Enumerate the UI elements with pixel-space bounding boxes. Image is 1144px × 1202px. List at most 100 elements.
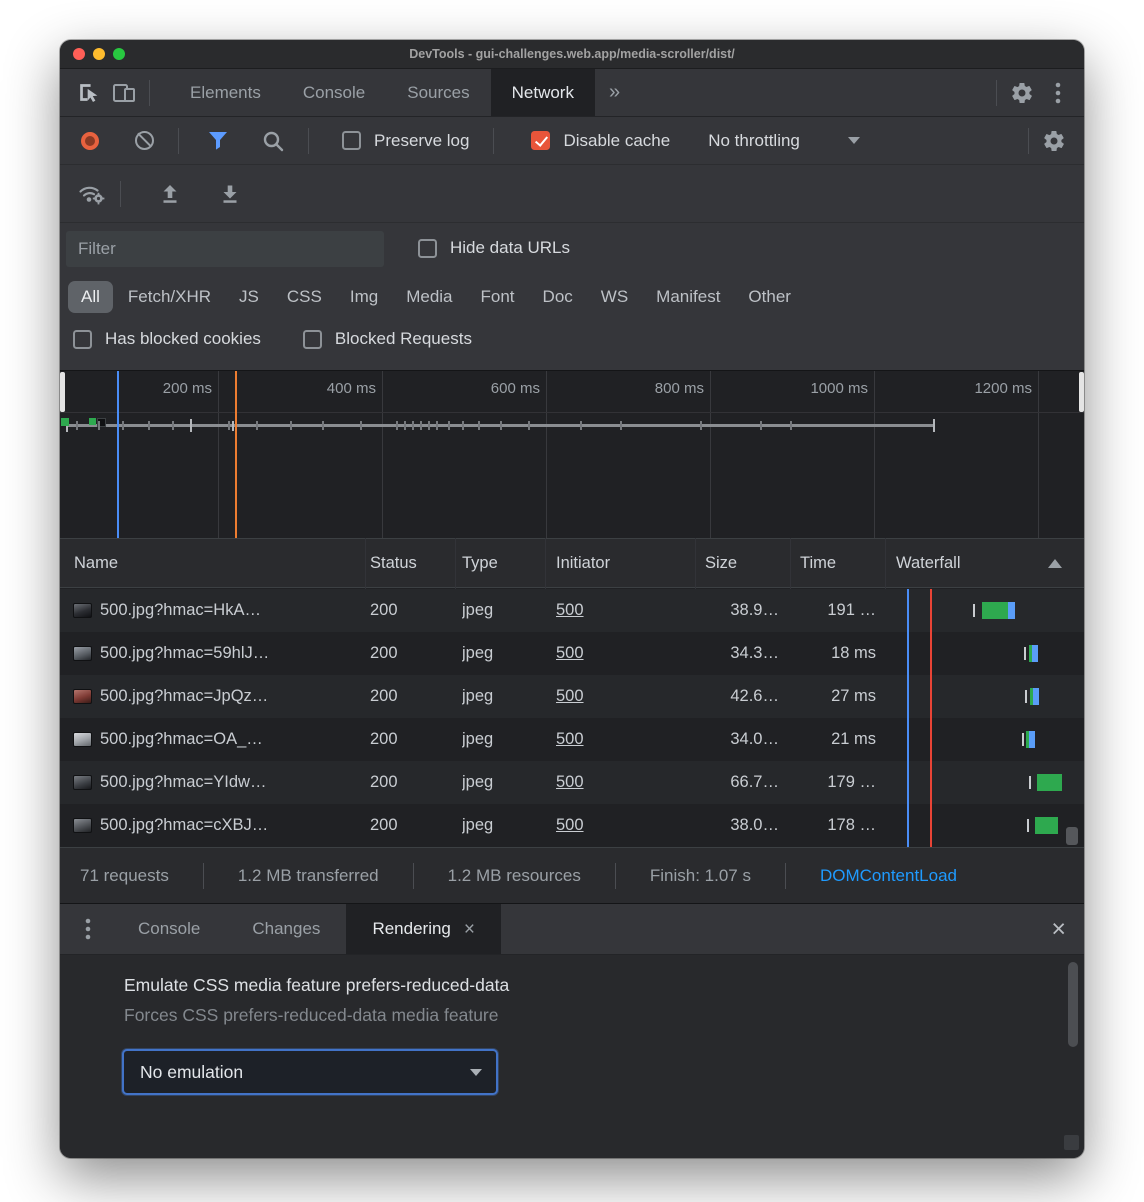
filter-pill-doc[interactable]: Doc (530, 281, 586, 313)
overview-tick (404, 421, 406, 430)
column-header-initiator[interactable]: Initiator (556, 539, 610, 587)
overview-tick (448, 421, 450, 430)
initiator-link[interactable]: 500 (556, 718, 584, 761)
filter-pill-ws[interactable]: WS (588, 281, 641, 313)
clear-requests-button[interactable] (135, 131, 154, 150)
drawer-tab-label: Changes (252, 904, 320, 954)
blocked-requests-control: Blocked Requests (303, 329, 472, 349)
drawer-tab-changes[interactable]: Changes (226, 904, 346, 954)
filter-input[interactable] (66, 231, 384, 267)
request-type: jpeg (462, 632, 493, 675)
waterfall-bar-cap (1032, 645, 1038, 662)
overview-cap (190, 419, 192, 432)
overview-tick (360, 421, 362, 430)
column-header-waterfall[interactable]: Waterfall (896, 539, 961, 587)
device-toolbar-button[interactable] (106, 75, 142, 111)
record-button[interactable] (81, 132, 99, 150)
filter-pill-other[interactable]: Other (735, 281, 804, 313)
initiator-link[interactable]: 500 (556, 632, 584, 675)
blocked-requests-checkbox[interactable] (303, 330, 322, 349)
filter-pill-css[interactable]: CSS (274, 281, 335, 313)
request-size: 34.3… (701, 632, 779, 675)
emulation-select[interactable]: No emulation (122, 1049, 498, 1095)
tab-network[interactable]: Network (491, 69, 595, 116)
filter-pill-all[interactable]: All (68, 281, 113, 313)
transferred-size: 1.2 MB transferred (204, 866, 413, 886)
filter-funnel-icon[interactable] (208, 123, 228, 159)
drawer-tab-console[interactable]: Console (112, 904, 226, 954)
request-type: jpeg (462, 718, 493, 761)
request-status: 200 (370, 632, 398, 675)
more-tabs-button[interactable]: » (595, 69, 634, 116)
export-har-icon[interactable] (212, 176, 248, 212)
request-status: 200 (370, 804, 398, 847)
settings-gear-icon[interactable] (1004, 75, 1040, 111)
throttling-dropdown[interactable]: No throttling (708, 131, 860, 151)
summary-bar: 71 requests 1.2 MB transferred 1.2 MB re… (60, 847, 1084, 904)
search-icon[interactable] (262, 123, 284, 159)
blocked-requests-label: Blocked Requests (335, 329, 472, 349)
network-conditions-toolbar (60, 165, 1084, 223)
filter-pill-media[interactable]: Media (393, 281, 465, 313)
overview-green-block (61, 418, 69, 426)
waterfall-load-line (930, 589, 932, 847)
column-header-size[interactable]: Size (705, 539, 737, 587)
chevron-down-icon (470, 1069, 482, 1076)
initiator-link[interactable]: 500 (556, 804, 584, 847)
drawer-menu-kebab-icon[interactable] (78, 918, 98, 940)
filter-pill-manifest[interactable]: Manifest (643, 281, 733, 313)
overview-tick (290, 421, 292, 430)
main-menu-kebab-icon[interactable] (1040, 75, 1076, 111)
overview-activity[interactable] (60, 371, 1084, 538)
overview-tick (790, 421, 792, 430)
column-header-name[interactable]: Name (74, 539, 118, 587)
tab-sources[interactable]: Sources (386, 69, 490, 116)
overview-cap (933, 419, 935, 432)
tab-elements[interactable]: Elements (169, 69, 282, 116)
network-conditions-icon[interactable] (74, 176, 110, 212)
request-size: 38.0… (701, 804, 779, 847)
close-drawer-icon[interactable]: × (1051, 917, 1066, 942)
overview-tick (98, 421, 100, 430)
column-header-time[interactable]: Time (800, 539, 836, 587)
overview-tick (428, 421, 430, 430)
table-scrollbar-thumb[interactable] (1066, 827, 1078, 845)
column-header-status[interactable]: Status (370, 539, 417, 587)
inspect-element-button[interactable] (70, 75, 106, 111)
file-thumbnail (73, 818, 92, 833)
overview-tick (436, 421, 438, 430)
preserve-log-checkbox[interactable] (342, 131, 361, 150)
close-tab-icon[interactable]: × (464, 920, 475, 939)
filter-pill-img[interactable]: Img (337, 281, 391, 313)
filter-pill-fetch-xhr[interactable]: Fetch/XHR (115, 281, 224, 313)
finish-time: Finish: 1.07 s (616, 866, 785, 886)
request-name: 500.jpg?hmac=OA_… (100, 718, 354, 761)
waterfall-start-tick (1024, 647, 1026, 660)
has-blocked-cookies-checkbox[interactable] (73, 330, 92, 349)
column-header-type[interactable]: Type (462, 539, 498, 587)
initiator-link[interactable]: 500 (556, 675, 584, 718)
initiator-link[interactable]: 500 (556, 589, 584, 632)
import-har-icon[interactable] (152, 176, 188, 212)
has-blocked-cookies-control: Has blocked cookies (73, 329, 261, 349)
initiator-link[interactable]: 500 (556, 761, 584, 804)
sort-ascending-icon[interactable] (1048, 559, 1062, 568)
overview-tick (172, 421, 174, 430)
resources-size: 1.2 MB resources (414, 866, 615, 886)
network-settings-gear-icon[interactable] (1036, 123, 1072, 159)
request-status: 200 (370, 675, 398, 718)
requests-table: Name Status Type Initiator Size Time Wat… (60, 538, 1084, 847)
disable-cache-checkbox[interactable] (531, 131, 550, 150)
drawer-tab-rendering[interactable]: Rendering × (346, 904, 501, 954)
drawer-tabbar: Console Changes Rendering × × (60, 904, 1084, 955)
drawer-scrollbar-thumb[interactable] (1068, 962, 1078, 1047)
request-time: 179 … (796, 761, 876, 804)
filter-pill-js[interactable]: JS (226, 281, 272, 313)
filter-pill-font[interactable]: Font (468, 281, 528, 313)
network-overview[interactable]: 200 ms 400 ms 600 ms 800 ms 1000 ms 1200… (60, 371, 1084, 538)
waterfall-start-tick (1022, 733, 1024, 746)
divider (149, 80, 150, 106)
tab-console[interactable]: Console (282, 69, 386, 116)
overview-tick (500, 421, 502, 430)
hide-data-urls-checkbox[interactable] (418, 239, 437, 258)
